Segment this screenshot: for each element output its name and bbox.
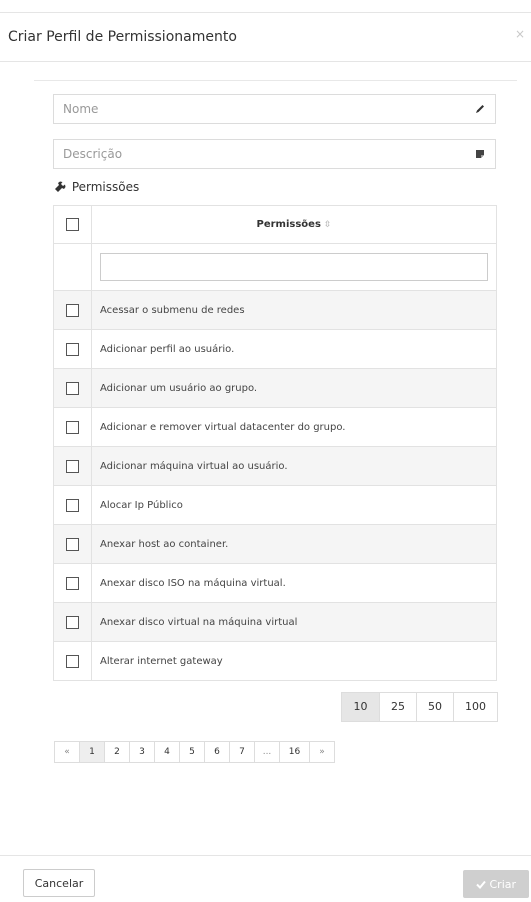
table-row: Adicionar um usuário ao grupo. bbox=[53, 368, 497, 408]
row-checkbox[interactable] bbox=[66, 654, 79, 668]
pagination-prev[interactable]: « bbox=[55, 742, 80, 762]
close-icon[interactable]: × bbox=[515, 27, 525, 41]
pagination-page[interactable]: 16 bbox=[280, 742, 310, 762]
table-row: Alterar internet gateway bbox=[53, 641, 497, 681]
column-header-label: Permissões bbox=[256, 219, 321, 230]
row-checkbox[interactable] bbox=[66, 537, 79, 551]
pagination-page[interactable]: 2 bbox=[105, 742, 130, 762]
pagination-page[interactable]: 7 bbox=[230, 742, 255, 762]
table-row: Anexar host ao container. bbox=[53, 524, 497, 564]
table-row: Anexar disco virtual na máquina virtual bbox=[53, 602, 497, 642]
row-checkbox[interactable] bbox=[66, 381, 79, 395]
page-size-option[interactable]: 10 bbox=[342, 693, 380, 721]
table-row: Adicionar e remover virtual datacenter d… bbox=[53, 407, 497, 447]
page-size-option[interactable]: 50 bbox=[417, 693, 454, 721]
table-row: Anexar disco ISO na máquina virtual. bbox=[53, 563, 497, 603]
page-size-selector: 10 25 50 100 bbox=[341, 692, 498, 722]
note-icon bbox=[476, 150, 484, 158]
pencil-icon bbox=[476, 105, 484, 113]
wrench-icon bbox=[55, 181, 66, 192]
page-size-option[interactable]: 25 bbox=[380, 693, 417, 721]
filter-row bbox=[53, 243, 497, 291]
pagination-page[interactable]: 5 bbox=[180, 742, 205, 762]
permission-name: Anexar disco ISO na máquina virtual. bbox=[91, 563, 497, 603]
description-input[interactable] bbox=[54, 140, 463, 168]
row-checkbox[interactable] bbox=[66, 576, 79, 590]
permission-name: Acessar o submenu de redes bbox=[91, 290, 497, 330]
row-checkbox[interactable] bbox=[66, 303, 79, 317]
pagination-next[interactable]: » bbox=[310, 742, 334, 762]
create-button-label: Criar bbox=[489, 877, 517, 891]
permissions-table: Permissões ⇳ Acessar o submenu de redes A… bbox=[53, 205, 497, 681]
pagination-ellipsis: ... bbox=[255, 742, 280, 762]
permissions-column-header[interactable]: Permissões ⇳ bbox=[91, 205, 497, 244]
permission-name: Adicionar perfil ao usuário. bbox=[91, 329, 497, 369]
row-checkbox[interactable] bbox=[66, 420, 79, 434]
permissions-section-label: Permissões bbox=[54, 180, 139, 194]
description-field[interactable] bbox=[53, 139, 496, 169]
permission-name: Adicionar um usuário ao grupo. bbox=[91, 368, 497, 408]
cancel-button[interactable]: Cancelar bbox=[23, 869, 95, 897]
name-field[interactable] bbox=[53, 94, 496, 124]
table-row: Adicionar máquina virtual ao usuário. bbox=[53, 446, 497, 486]
permission-name: Anexar host ao container. bbox=[91, 524, 497, 564]
table-row: Acessar o submenu de redes bbox=[53, 290, 497, 330]
pagination-page[interactable]: 4 bbox=[155, 742, 180, 762]
name-input[interactable] bbox=[54, 95, 463, 123]
permission-name: Anexar disco virtual na máquina virtual bbox=[91, 602, 497, 642]
page-size-option[interactable]: 100 bbox=[454, 693, 497, 721]
select-all-cell bbox=[53, 205, 92, 244]
create-button[interactable]: Criar bbox=[463, 870, 529, 898]
checkmark-icon bbox=[476, 880, 486, 889]
permission-name: Alocar Ip Público bbox=[91, 485, 497, 525]
row-checkbox[interactable] bbox=[66, 342, 79, 356]
row-checkbox[interactable] bbox=[66, 498, 79, 512]
pagination-page[interactable]: 3 bbox=[130, 742, 155, 762]
permission-name: Alterar internet gateway bbox=[91, 641, 497, 681]
row-checkbox[interactable] bbox=[66, 459, 79, 473]
modal-header: Criar Perfil de Permissionamento × bbox=[0, 13, 531, 62]
sort-icon[interactable]: ⇳ bbox=[324, 220, 332, 230]
modal-title: Criar Perfil de Permissionamento bbox=[8, 29, 237, 45]
table-row: Adicionar perfil ao usuário. bbox=[53, 329, 497, 369]
select-all-checkbox[interactable] bbox=[66, 218, 79, 231]
pagination-page[interactable]: 1 bbox=[80, 742, 105, 762]
pagination-page[interactable]: 6 bbox=[205, 742, 230, 762]
pagination: « 1 2 3 4 5 6 7 ... 16 » bbox=[54, 741, 335, 763]
permissions-label: Permissões bbox=[71, 180, 140, 194]
permission-name: Adicionar máquina virtual ao usuário. bbox=[91, 446, 497, 486]
table-header-row: Permissões ⇳ bbox=[53, 205, 497, 244]
permission-name: Adicionar e remover virtual datacenter d… bbox=[91, 407, 497, 447]
row-checkbox[interactable] bbox=[66, 615, 79, 629]
permissions-filter-input[interactable] bbox=[100, 253, 488, 281]
table-row: Alocar Ip Público bbox=[53, 485, 497, 525]
